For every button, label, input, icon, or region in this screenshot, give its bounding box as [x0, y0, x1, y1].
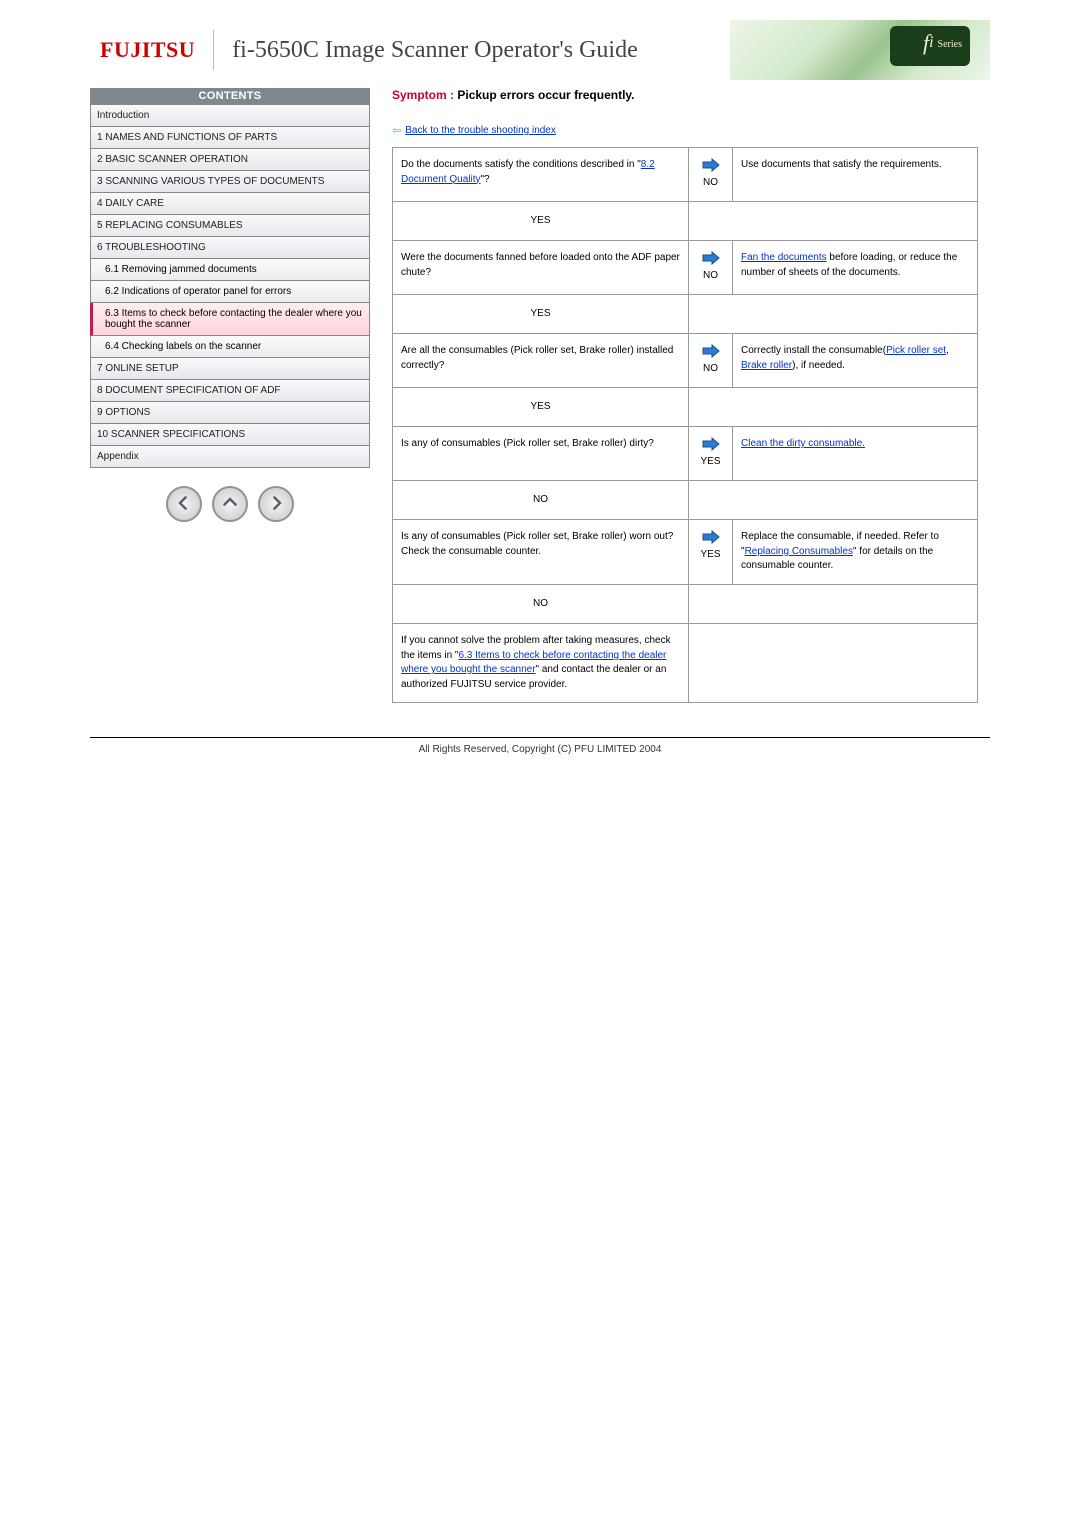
yes-no-row: YES [393, 294, 978, 334]
fujitsu-logo: FUJITSU [100, 37, 195, 63]
flow-table: Do the documents satisfy the conditions … [392, 147, 978, 703]
table-row: Is any of consumables (Pick roller set, … [393, 427, 978, 481]
toc-6-3[interactable]: 6.3 Items to check before contacting the… [90, 303, 370, 336]
symptom-text: Pickup errors occur frequently. [454, 88, 635, 102]
toc-replacing-consumables[interactable]: 5 REPLACING CONSUMABLES [90, 215, 370, 237]
replacing-consumables-link[interactable]: Replacing Consumables [745, 546, 853, 557]
prev-button[interactable] [166, 486, 202, 522]
header-bar: FUJITSU fi-5650C Image Scanner Operator'… [90, 20, 990, 80]
fi-series-badge: fi Series [923, 30, 962, 56]
contents-header: CONTENTS [90, 88, 370, 104]
toc-introduction[interactable]: Introduction [90, 104, 370, 127]
symptom-label: Symptom : [392, 88, 454, 102]
fan-documents-link[interactable]: Fan the documents [741, 252, 827, 263]
condition-cell: YES [689, 427, 733, 481]
symptom-heading: Symptom : Pickup errors occur frequently… [392, 88, 978, 102]
toc-names-parts[interactable]: 1 NAMES AND FUNCTIONS OF PARTS [90, 127, 370, 149]
question-cell: Were the documents fanned before loaded … [393, 241, 689, 295]
up-button[interactable] [212, 486, 248, 522]
yes-no-row: NO [393, 584, 978, 624]
toc-6-1[interactable]: 6.1 Removing jammed documents [90, 259, 370, 281]
question-cell: Is any of consumables (Pick roller set, … [393, 520, 689, 585]
toc-scanning-types[interactable]: 3 SCANNING VARIOUS TYPES OF DOCUMENTS [90, 171, 370, 193]
condition-cell: NO [689, 241, 733, 295]
yes-no-row: YES [393, 387, 978, 427]
back-link-row: ⇦ Back to the trouble shooting index [392, 124, 978, 137]
arrow-up-icon [222, 495, 238, 514]
question-cell: Do the documents satisfy the conditions … [393, 148, 689, 202]
table-row: Were the documents fanned before loaded … [393, 241, 978, 295]
arrow-right-icon [697, 437, 724, 451]
arrow-right-icon [697, 344, 724, 358]
arrow-left-icon [176, 495, 192, 514]
answer-cell: Use documents that satisfy the requireme… [733, 148, 978, 202]
arrow-right-icon [697, 530, 724, 544]
condition-cell: NO [689, 334, 733, 388]
condition-cell: YES [689, 520, 733, 585]
table-row: Do the documents satisfy the conditions … [393, 148, 978, 202]
yes-no-row: YES [393, 201, 978, 241]
answer-cell: Correctly install the consumable(Pick ro… [733, 334, 978, 388]
answer-cell: Replace the consumable, if needed. Refer… [733, 520, 978, 585]
table-row: Are all the consumables (Pick roller set… [393, 334, 978, 388]
toc-doc-spec-adf[interactable]: 8 DOCUMENT SPECIFICATION OF ADF [90, 380, 370, 402]
page-container: FUJITSU fi-5650C Image Scanner Operator'… [90, 20, 990, 755]
clean-consumable-link[interactable]: Clean the dirty consumable. [741, 438, 865, 449]
nav-controls [90, 486, 370, 522]
final-cell: If you cannot solve the problem after ta… [393, 624, 689, 703]
toc-daily-care[interactable]: 4 DAILY CARE [90, 193, 370, 215]
header-decoration: fi Series [730, 20, 990, 80]
brake-roller-link[interactable]: Brake roller [741, 360, 792, 371]
sidebar: CONTENTS Introduction 1 NAMES AND FUNCTI… [90, 88, 370, 522]
toc-appendix[interactable]: Appendix [90, 446, 370, 468]
pick-roller-link[interactable]: Pick roller set [886, 345, 946, 356]
logo-divider [213, 30, 214, 70]
question-cell: Is any of consumables (Pick roller set, … [393, 427, 689, 481]
toc-basic-operation[interactable]: 2 BASIC SCANNER OPERATION [90, 149, 370, 171]
next-button[interactable] [258, 486, 294, 522]
arrow-right-icon [697, 251, 724, 265]
layout-row: CONTENTS Introduction 1 NAMES AND FUNCTI… [90, 88, 990, 703]
toc-options[interactable]: 9 OPTIONS [90, 402, 370, 424]
page-title: fi-5650C Image Scanner Operator's Guide [232, 37, 638, 64]
table-row: If you cannot solve the problem after ta… [393, 624, 978, 703]
toc-online-setup[interactable]: 7 ONLINE SETUP [90, 358, 370, 380]
condition-cell: NO [689, 148, 733, 202]
yes-no-row: NO [393, 480, 978, 520]
answer-cell: Clean the dirty consumable. [733, 427, 978, 481]
back-to-index-link[interactable]: Back to the trouble shooting index [405, 125, 556, 136]
main-content: Symptom : Pickup errors occur frequently… [370, 88, 990, 703]
logo-wrap: FUJITSU fi-5650C Image Scanner Operator'… [90, 30, 638, 70]
toc-6-2[interactable]: 6.2 Indications of operator panel for er… [90, 281, 370, 303]
arrow-right-icon [697, 158, 724, 172]
toc-scanner-spec[interactable]: 10 SCANNER SPECIFICATIONS [90, 424, 370, 446]
arrow-right-icon [268, 495, 284, 514]
toc-6-4[interactable]: 6.4 Checking labels on the scanner [90, 336, 370, 358]
toc-troubleshooting[interactable]: 6 TROUBLESHOOTING [90, 237, 370, 259]
answer-cell: Fan the documents before loading, or red… [733, 241, 978, 295]
table-row: Is any of consumables (Pick roller set, … [393, 520, 978, 585]
back-arrow-icon: ⇦ [392, 124, 401, 137]
copyright-footer: All Rights Reserved, Copyright (C) PFU L… [90, 737, 990, 755]
question-cell: Are all the consumables (Pick roller set… [393, 334, 689, 388]
